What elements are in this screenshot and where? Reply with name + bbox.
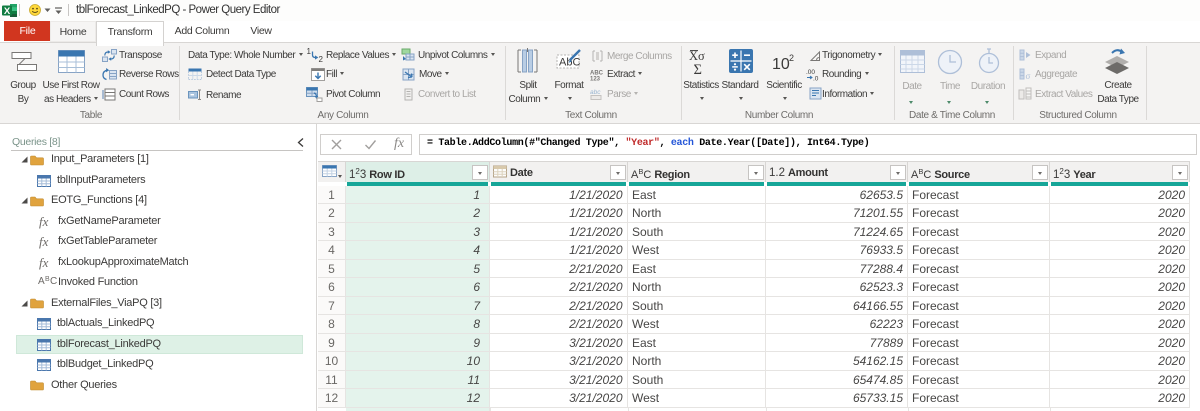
svg-text:AbC: AbC xyxy=(559,57,580,69)
svg-text:.0: .0 xyxy=(813,76,819,82)
svg-text:σ: σ xyxy=(1026,71,1031,80)
svg-text:2: 2 xyxy=(789,53,794,63)
svg-text:10: 10 xyxy=(772,56,790,72)
svg-text:Χσ: Χσ xyxy=(689,49,705,63)
svg-text:X: X xyxy=(4,6,11,17)
svg-text:2: 2 xyxy=(319,55,324,63)
svg-text:abc: abc xyxy=(590,89,601,96)
svg-text:1: 1 xyxy=(307,47,312,56)
svg-text:123: 123 xyxy=(590,77,601,82)
svg-text:Σ: Σ xyxy=(694,62,702,75)
